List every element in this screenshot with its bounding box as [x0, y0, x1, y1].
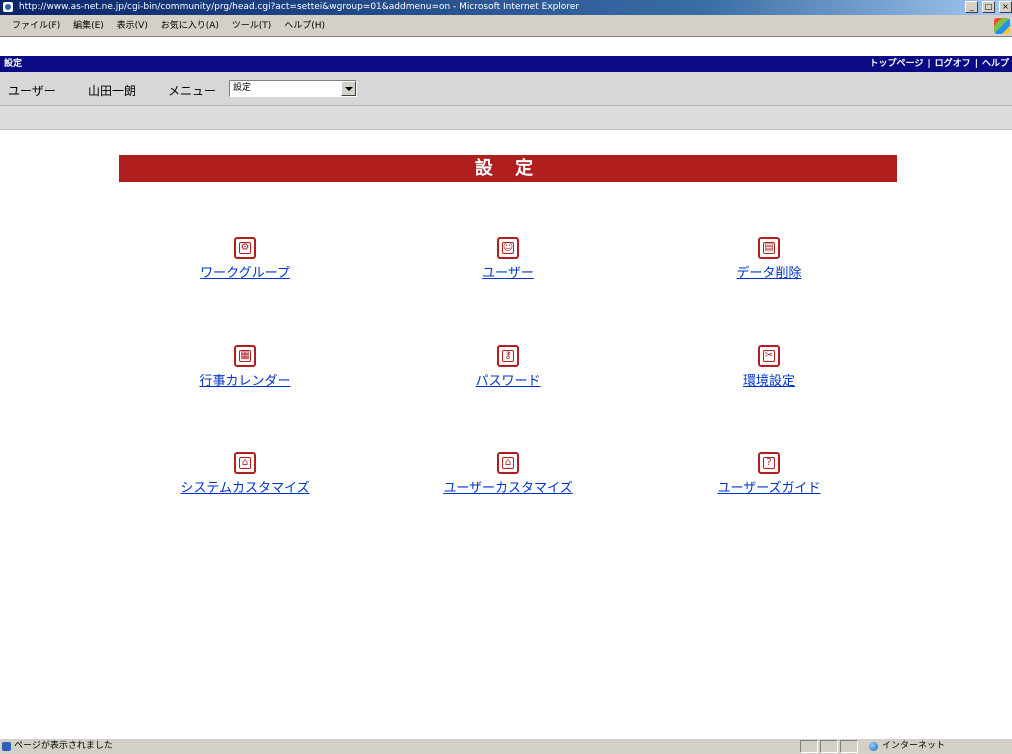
user-bar: ユーザー 山田一朗 メニュー 設定 [0, 72, 1012, 106]
status-bar: ページが表示されました インターネット [0, 738, 1012, 754]
window-title: http://www.as-net.ne.jp/cgi-bin/communit… [18, 2, 580, 12]
menu-label: メニュー [168, 84, 217, 98]
minimize-button[interactable]: _ [965, 1, 979, 13]
settings-item-user-guide[interactable]: ? ユーザーズガイド [679, 452, 859, 496]
calendar-link[interactable]: 行事カレンダー [199, 374, 290, 389]
user-customize-icon: ⌂ [497, 452, 519, 474]
workgroup-icon: ⚙ [234, 237, 256, 259]
settings-item-calendar[interactable]: ▦ 行事カレンダー [155, 345, 335, 389]
chevron-down-icon[interactable] [341, 81, 356, 96]
key-icon: ⚷ [497, 345, 519, 367]
system-customize-icon: ⌂ [234, 452, 256, 474]
user-customize-link[interactable]: ユーザーカスタマイズ [443, 481, 572, 496]
menu-edit[interactable]: 編集(E) [68, 15, 109, 37]
window-controls: _ □ × [964, 1, 1012, 15]
menu-favorites[interactable]: お気に入り(A) [156, 15, 224, 37]
settings-item-environment[interactable]: ✂ 環境設定 [679, 345, 859, 389]
header-links: トップページ | ログオフ | ヘルプ [867, 56, 1012, 72]
status-pane [820, 740, 838, 753]
menu-bar: ファイル(F) 編集(E) 表示(V) お気に入り(A) ツール(T) ヘルプ(… [0, 15, 1012, 37]
app-header: 設定 トップページ | ログオフ | ヘルプ [0, 56, 1012, 72]
sub-toolbar [0, 106, 1012, 130]
environment-link[interactable]: 環境設定 [743, 374, 795, 389]
help-link[interactable]: ヘルプ [979, 56, 1012, 72]
user-guide-link[interactable]: ユーザーズガイド [717, 481, 820, 496]
settings-item-password[interactable]: ⚷ パスワード [418, 345, 598, 389]
settings-item-workgroup[interactable]: ⚙ ワークグループ [155, 237, 335, 281]
globe-icon [869, 742, 878, 751]
calendar-icon: ▦ [234, 345, 256, 367]
password-link[interactable]: パスワード [475, 374, 540, 389]
menu-help[interactable]: ヘルプ(H) [279, 15, 330, 37]
page-icon [2, 742, 11, 751]
window-title-bar: http://www.as-net.ne.jp/cgi-bin/communit… [0, 0, 1012, 15]
tools-icon: ✂ [758, 345, 780, 367]
top-page-link[interactable]: トップページ [867, 56, 927, 72]
settings-item-system-customize[interactable]: ⌂ システムカスタマイズ [155, 452, 335, 496]
guide-icon: ? [758, 452, 780, 474]
settings-item-user-customize[interactable]: ⌂ ユーザーカスタマイズ [418, 452, 598, 496]
user-label: ユーザー [8, 84, 56, 98]
close-button[interactable]: × [999, 1, 1012, 13]
menu-select[interactable]: 設定 [229, 80, 357, 97]
logoff-link[interactable]: ログオフ [932, 56, 974, 72]
maximize-button[interactable]: □ [982, 1, 996, 13]
status-pane [800, 740, 818, 753]
windows-logo-icon [994, 18, 1010, 34]
app-title: 設定 [4, 59, 23, 69]
menu-tools[interactable]: ツール(T) [227, 15, 277, 37]
menu-view[interactable]: 表示(V) [112, 15, 153, 37]
system-customize-link[interactable]: システムカスタマイズ [180, 481, 309, 496]
status-text: ページが表示されました [14, 741, 113, 751]
status-pane [840, 740, 858, 753]
ie-browser-icon [3, 2, 13, 12]
trash-icon: ▤ [758, 237, 780, 259]
user-name: 山田一朗 [88, 84, 137, 98]
menu-select-value: 設定 [233, 83, 252, 93]
page-title-banner: 設 定 [119, 155, 897, 182]
security-zone: インターネット [882, 741, 946, 751]
user-link[interactable]: ユーザー [482, 266, 534, 281]
user-icon: ☺ [497, 237, 519, 259]
settings-item-delete-data[interactable]: ▤ データ削除 [679, 237, 859, 281]
workgroup-link[interactable]: ワークグループ [200, 266, 290, 281]
delete-data-link[interactable]: データ削除 [736, 266, 801, 281]
settings-item-user[interactable]: ☺ ユーザー [418, 237, 598, 281]
menu-file[interactable]: ファイル(F) [0, 15, 65, 37]
